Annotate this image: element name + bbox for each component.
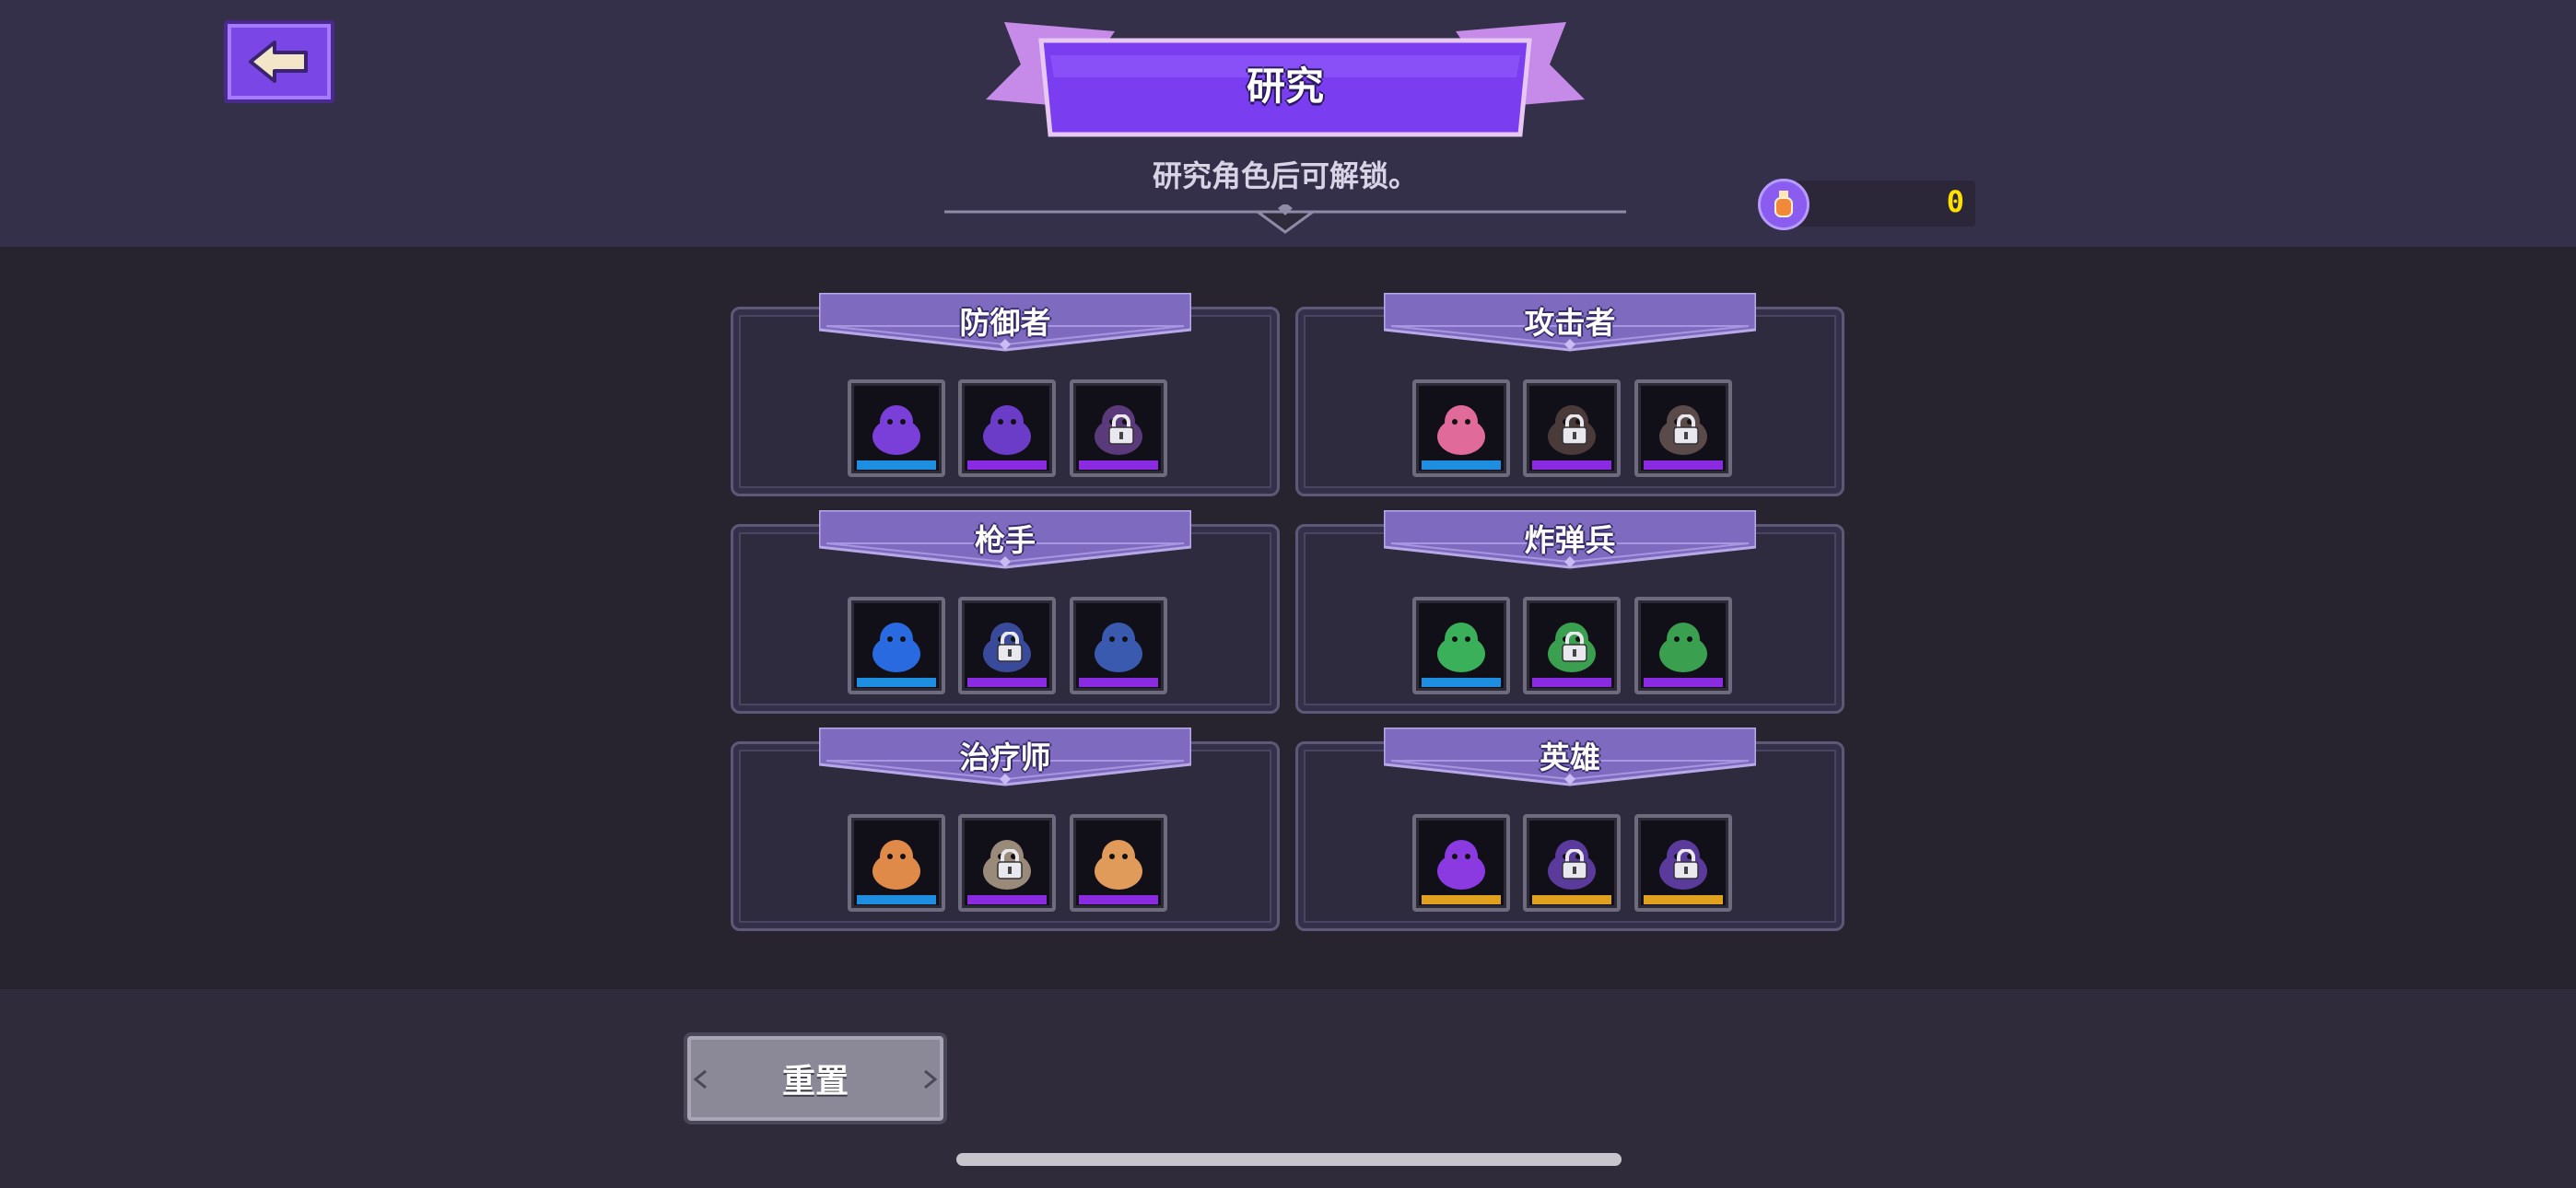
- rarity-bar: [1422, 895, 1501, 904]
- unit-slot[interactable]: [1070, 597, 1167, 694]
- unit-slot[interactable]: [1523, 597, 1621, 694]
- home-indicator[interactable]: [956, 1153, 1622, 1166]
- unit-slot[interactable]: [1412, 379, 1510, 477]
- lock-icon: [1560, 848, 1589, 880]
- unit-slot[interactable]: [958, 814, 1056, 912]
- subtitle-divider: [944, 204, 1626, 234]
- lock-icon: [1107, 413, 1136, 446]
- unit-portrait: [1429, 394, 1493, 459]
- unit-portrait: [1086, 611, 1151, 676]
- rarity-bar: [1079, 678, 1158, 687]
- rarity-bar: [1422, 460, 1501, 470]
- rarity-bar: [857, 460, 936, 470]
- unit-portrait: [1651, 611, 1715, 676]
- rarity-bar: [1644, 460, 1723, 470]
- category-banner: 炸弹兵: [1384, 510, 1756, 571]
- category-title: 攻击者: [1524, 305, 1616, 341]
- rarity-bar: [967, 678, 1047, 687]
- unit-portrait: [1429, 611, 1493, 676]
- unit-slot[interactable]: [1523, 379, 1621, 477]
- rarity-bar: [1532, 895, 1611, 904]
- category-banner: 英雄: [1384, 728, 1756, 788]
- reset-label: 重置: [781, 1063, 849, 1101]
- rarity-bar: [1644, 895, 1723, 904]
- category-title: 治疗师: [959, 740, 1051, 775]
- lock-icon: [1671, 413, 1701, 446]
- unit-slot[interactable]: [1634, 597, 1732, 694]
- unit-slot[interactable]: [1070, 814, 1167, 912]
- category-banner: 防御者: [819, 293, 1191, 354]
- content-area: [0, 247, 2576, 989]
- unit-portrait: [975, 394, 1039, 459]
- unit-portrait: [864, 829, 929, 893]
- rarity-bar: [1422, 678, 1501, 687]
- category-panel: 炸弹兵: [1295, 510, 1844, 714]
- page-subtitle: 研究角色后可解锁。: [1152, 158, 1418, 193]
- unit-slot[interactable]: [958, 597, 1056, 694]
- chevron-left-icon: [693, 1069, 707, 1089]
- unit-slot[interactable]: [958, 379, 1056, 477]
- lock-icon: [1560, 413, 1589, 446]
- rarity-bar: [967, 895, 1047, 904]
- category-title: 枪手: [975, 522, 1036, 558]
- unit-slot[interactable]: [1523, 814, 1621, 912]
- category-banner: 治疗师: [819, 728, 1191, 788]
- unit-slot[interactable]: [1412, 814, 1510, 912]
- unit-slot[interactable]: [1634, 379, 1732, 477]
- reset-button[interactable]: 重置: [684, 1032, 947, 1124]
- back-arrow-icon: [249, 41, 308, 83]
- chevron-right-icon: [924, 1069, 938, 1089]
- lock-icon: [1671, 848, 1701, 880]
- category-panel: 防御者: [731, 293, 1280, 496]
- unit-slot[interactable]: [1412, 597, 1510, 694]
- unit-slot[interactable]: [848, 597, 945, 694]
- currency-value: 0: [1946, 184, 1964, 219]
- category-title: 炸弹兵: [1524, 522, 1616, 558]
- unit-portrait: [1086, 829, 1151, 893]
- rarity-bar: [1644, 678, 1723, 687]
- category-title: 防御者: [959, 305, 1051, 341]
- lock-icon: [1560, 631, 1589, 663]
- unit-slot[interactable]: [1070, 379, 1167, 477]
- research-potion-icon: [1758, 179, 1809, 230]
- rarity-bar: [1079, 460, 1158, 470]
- unit-slot[interactable]: [1634, 814, 1732, 912]
- rarity-bar: [1532, 678, 1611, 687]
- rarity-bar: [857, 678, 936, 687]
- unit-slot[interactable]: [848, 379, 945, 477]
- category-banner: 攻击者: [1384, 293, 1756, 354]
- lock-icon: [995, 848, 1025, 880]
- back-button[interactable]: [224, 20, 334, 103]
- unit-portrait: [864, 394, 929, 459]
- lock-icon: [995, 631, 1025, 663]
- unit-portrait: [864, 611, 929, 676]
- category-panel: 英雄: [1295, 728, 1844, 931]
- category-title: 英雄: [1540, 740, 1600, 775]
- category-panel: 攻击者: [1295, 293, 1844, 496]
- currency-display: 0: [1758, 179, 1975, 230]
- rarity-bar: [1079, 895, 1158, 904]
- category-banner: 枪手: [819, 510, 1191, 571]
- rarity-bar: [1532, 460, 1611, 470]
- unit-portrait: [1429, 829, 1493, 893]
- title-banner: 研究: [977, 18, 1594, 147]
- rarity-bar: [857, 895, 936, 904]
- category-panel: 枪手: [731, 510, 1280, 714]
- page-title: 研究: [1246, 64, 1324, 109]
- category-panel: 治疗师: [731, 728, 1280, 931]
- unit-slot[interactable]: [848, 814, 945, 912]
- rarity-bar: [967, 460, 1047, 470]
